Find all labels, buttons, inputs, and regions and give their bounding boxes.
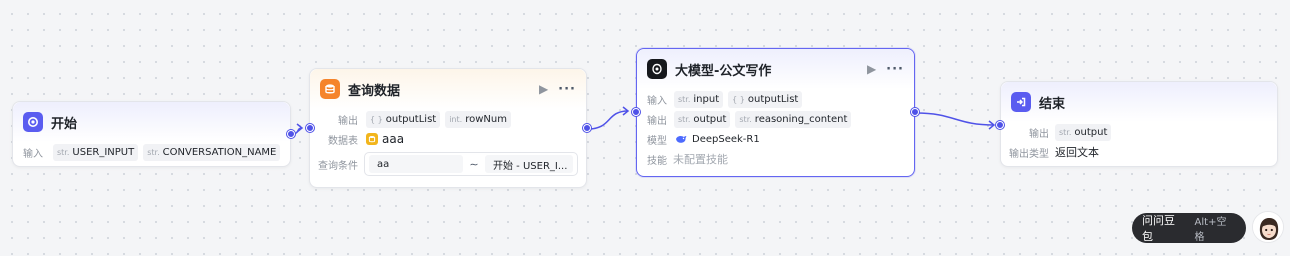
query-node-title: 查询数据 [348, 83, 401, 99]
output-type-value: 返回文本 [1055, 146, 1099, 159]
query-node-header: 查询数据 ▶ ··· [310, 69, 586, 109]
end-node-title: 结束 [1039, 96, 1066, 112]
condition-label: 查询条件 [318, 160, 358, 172]
llm-node-model: 模型 DeepSeek-R1 [637, 129, 914, 149]
skill-value: 未配置技能 [673, 153, 728, 166]
query-node-condition: 查询条件 aa ∼ 开始 - USER_I... [310, 149, 586, 179]
llm-node-inputs: 输入 str. input { } outputList [637, 89, 914, 109]
llm-node[interactable]: 大模型-公文写作 ▶ ··· 输入 str. input { } outputLis… [636, 48, 915, 177]
query-node-table: 数据表 aaa [310, 129, 586, 149]
end-icon [1011, 92, 1031, 112]
start-output-port[interactable] [287, 130, 295, 138]
llm-input-chip: str. input [674, 90, 724, 108]
query-node-outputs: 输出 { } outputList int. rowNum [310, 109, 586, 129]
start-node-title: 开始 [51, 116, 78, 132]
llm-output-port[interactable] [911, 108, 919, 116]
skill-label: 技能 [647, 155, 667, 167]
end-node-output-type: 输出类型 返回文本 [1001, 142, 1277, 162]
table-label: 数据表 [328, 135, 358, 147]
llm-output-chip: str. output [674, 110, 731, 128]
end-node-header: 结束 [1001, 82, 1277, 122]
shortcut-hint: Alt+空格 [1194, 217, 1227, 243]
more-options-icon[interactable]: ··· [886, 62, 904, 77]
query-output-chip: int. rowNum [445, 110, 511, 128]
more-options-icon[interactable]: ··· [558, 82, 576, 97]
llm-output-chip: str. reasoning_content [735, 110, 852, 128]
llm-input-chip: { } outputList [728, 90, 803, 108]
end-output-label: 输出 [1029, 128, 1049, 140]
database-table-icon [366, 133, 378, 145]
query-output-label: 输出 [338, 115, 358, 127]
edge-llm-to-end [915, 112, 995, 126]
start-node[interactable]: 开始 输入 str. USER_INPUT str. CONVERSATION_NA… [12, 101, 291, 167]
ask-doubao-button[interactable]: 问问豆包 Alt+空格 [1132, 213, 1246, 243]
end-node[interactable]: 结束 输出 str. output 输出类型 返回文本 [1000, 81, 1278, 167]
edge-query-to-llm [587, 110, 629, 130]
end-node-outputs: 输出 str. output [1001, 122, 1277, 142]
llm-model-icon [647, 59, 667, 79]
start-node-header: 开始 [13, 102, 290, 142]
start-input-chip: str. USER_INPUT [53, 143, 139, 161]
llm-output-label: 输出 [647, 115, 667, 127]
model-label: 模型 [647, 135, 667, 147]
run-node-icon[interactable]: ▶ [867, 62, 876, 76]
start-node-inputs: 输入 str. USER_INPUT str. CONVERSATION_NAME [13, 142, 290, 162]
llm-input-label: 输入 [647, 95, 667, 107]
condition-left-field[interactable]: aa [369, 155, 463, 173]
ask-doubao-label: 问问豆包 [1142, 214, 1175, 243]
table-value: aaa [382, 132, 405, 146]
model-value: DeepSeek-R1 [692, 133, 760, 145]
output-type-label: 输出类型 [1009, 148, 1049, 160]
deepseek-whale-icon [675, 134, 687, 144]
condition-right-field[interactable]: 开始 - USER_I... [485, 155, 573, 173]
query-data-node[interactable]: 查询数据 ▶ ··· 输出 { } outputList int. rowNum 数… [309, 68, 587, 188]
start-icon [23, 112, 43, 132]
condition-operator[interactable]: ∼ [463, 158, 485, 171]
end-input-port[interactable] [996, 121, 1004, 129]
condition-box[interactable]: aa ∼ 开始 - USER_I... [364, 152, 578, 176]
end-output-chip: str. output [1055, 123, 1112, 141]
llm-node-header: 大模型-公文写作 ▶ ··· [637, 49, 914, 89]
llm-input-port[interactable] [632, 108, 640, 116]
edge-start-to-query-arrow [296, 123, 304, 133]
start-input-label: 输入 [23, 148, 43, 160]
start-input-chip: str. CONVERSATION_NAME [143, 143, 281, 161]
database-query-icon [320, 79, 340, 99]
doubao-avatar-icon[interactable] [1252, 211, 1284, 243]
llm-node-skills: 技能 未配置技能 [637, 149, 914, 169]
edge-llm-to-end-arrow [988, 120, 996, 130]
run-node-icon[interactable]: ▶ [539, 82, 548, 96]
edge-query-to-llm-arrow [622, 106, 630, 116]
query-output-port[interactable] [583, 124, 591, 132]
llm-node-outputs: 输出 str. output str. reasoning_content [637, 109, 914, 129]
query-output-chip: { } outputList [366, 110, 441, 128]
query-input-port[interactable] [306, 124, 314, 132]
llm-node-title: 大模型-公文写作 [675, 63, 772, 79]
